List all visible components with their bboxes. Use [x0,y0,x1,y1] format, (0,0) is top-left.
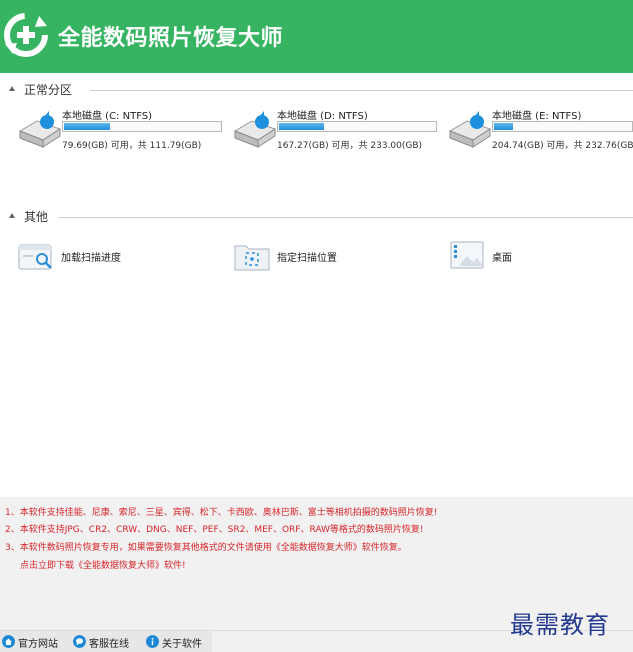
drive-name: 本地磁盘 (C: NTFS) [62,111,153,122]
drive-usage-bar [277,121,437,132]
drive-name: 本地磁盘 (D: NTFS) [277,111,368,122]
section-others-header[interactable]: 其他 [0,208,633,226]
footer-item-label: 关于软件 [162,639,202,650]
drive-capacity: 204.74(GB) 可用，共 232.76(GB) [492,141,633,151]
drive-usage-bar [492,121,633,132]
drive-d[interactable]: 本地磁盘 (D: NTFS) 167.27(GB) 可用，共 233.00(GB… [232,107,442,157]
note-line: 2、本软件支持JPG、CR2、CRW、DNG、NEF、PEF、SR2、MEF、O… [5,525,424,535]
section-partitions-label: 正常分区 [24,83,73,97]
load-scan-progress-icon [18,244,52,270]
other-item-label: 桌面 [492,253,512,264]
section-others-label: 其他 [24,210,49,224]
drive-capacity: 79.69(GB) 可用，共 111.79(GB) [62,141,202,151]
download-link[interactable]: 点击立即下载《全能数据恢复大师》软件! [20,558,186,571]
note-line: 1、本软件支持佳能、尼康、索尼、三星、宾得、松下、卡西欧、奥林巴斯、富士等相机拍… [5,508,438,518]
divider [90,90,633,91]
info-icon [146,635,159,648]
desktop-icon [450,241,484,269]
section-partitions-header[interactable]: 正常分区 [0,81,633,99]
collapse-arrow-icon[interactable] [9,86,15,91]
chat-icon [73,635,86,648]
hard-disk-icon [18,111,62,148]
hard-disk-icon [233,111,277,148]
footer-item-label: 客服在线 [89,639,129,650]
other-item-label: 加载扫描进度 [61,253,121,264]
app-title: 全能数码照片恢复大师 [58,26,284,51]
drive-usage-fill [494,123,513,130]
drive-usage-fill [279,123,324,130]
hard-disk-icon [448,111,492,148]
note-line: 3、本软件数码照片恢复专用，如果需要恢复其他格式的文件请使用《全能数据恢复大师》… [5,543,407,553]
app-header: 全能数码照片恢复大师 [0,0,633,73]
load-scan-progress-item[interactable]: 加载扫描进度 [18,240,208,274]
footer-item-label: 官方网站 [18,639,58,650]
drive-capacity: 167.27(GB) 可用，共 233.00(GB) [277,141,423,151]
other-item-label: 指定扫描位置 [277,253,337,264]
target-folder-icon [234,245,270,271]
drive-usage-bar [62,121,222,132]
drive-usage-fill [64,123,110,130]
divider [58,217,633,218]
drive-c[interactable]: 本地磁盘 (C: NTFS) 79.69(GB) 可用，共 111.79(GB) [17,107,227,157]
collapse-arrow-icon[interactable] [9,213,15,218]
desktop-item[interactable]: 桌面 [449,240,633,274]
watermark: 最需教育 [510,611,610,639]
home-icon [2,635,15,648]
drive-e[interactable]: 本地磁盘 (E: NTFS) 204.74(GB) 可用，共 232.76(GB… [447,107,633,157]
recovery-plus-icon [4,13,48,57]
target-folder-item[interactable]: 指定扫描位置 [234,240,424,274]
footer-links: 官方网站 客服在线 关于软件 [0,631,212,652]
drive-name: 本地磁盘 (E: NTFS) [492,111,582,122]
